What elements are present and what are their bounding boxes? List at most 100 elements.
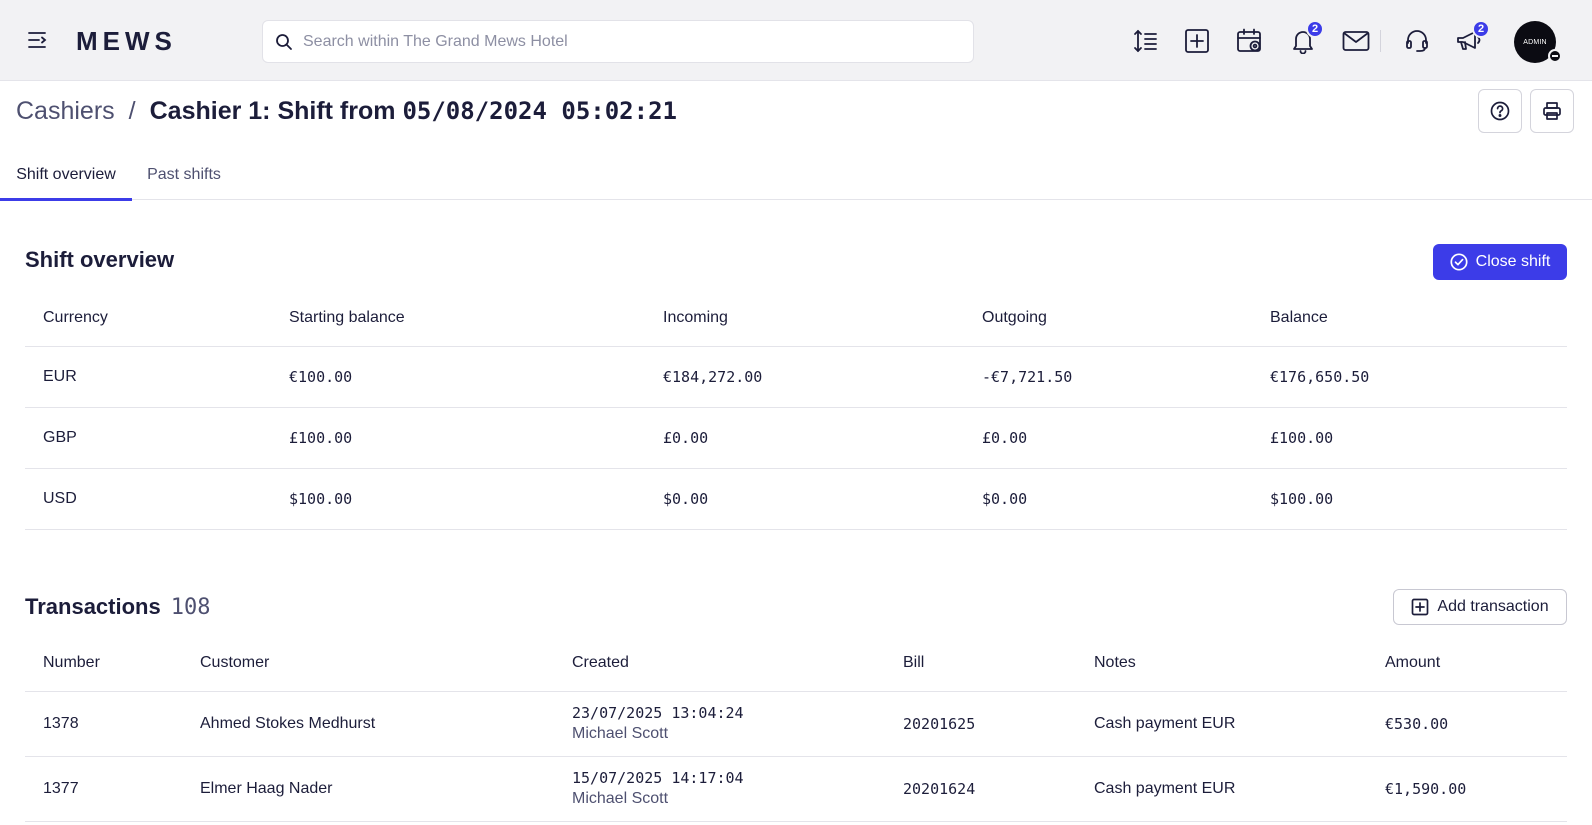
line-height-button[interactable] (1128, 24, 1162, 58)
notifications-button[interactable]: 2 (1286, 20, 1324, 58)
currency-cell: GBP (25, 407, 271, 469)
incoming-cell: €184,272.00 (645, 346, 964, 408)
created-datetime: 15/07/2025 14:17:04 (572, 769, 744, 787)
table-header-row: Number Customer Created Bill Notes Amoun… (25, 636, 1567, 692)
messages-button[interactable] (1339, 24, 1373, 58)
announcements-button[interactable]: 2 (1452, 20, 1490, 58)
column-header: Amount (1367, 636, 1567, 692)
number-cell: 1377 (25, 756, 182, 822)
transactions-heading: Transactions 108 (25, 594, 210, 620)
column-header: Starting balance (271, 291, 645, 347)
close-shift-label: Close shift (1475, 253, 1551, 270)
currency-cell: EUR (25, 346, 271, 408)
help-button[interactable] (1478, 89, 1522, 133)
announcements-badge: 2 (1472, 20, 1490, 38)
column-header: Incoming (645, 291, 964, 347)
add-square-icon (1185, 29, 1209, 53)
check-circle-icon (1450, 253, 1468, 271)
balance-cell: $100.00 (1252, 468, 1567, 530)
menu-collapse-icon (28, 32, 47, 48)
timeline-button[interactable] (1233, 24, 1267, 58)
avatar-status-indicator (1548, 49, 1562, 63)
column-header: Number (25, 636, 182, 692)
user-avatar[interactable]: ADMIN (1514, 21, 1562, 63)
starting-balance-cell: £100.00 (271, 407, 645, 469)
shift-overview-heading: Shift overview (25, 247, 175, 272)
shift-overview-table: Currency Starting balance Incoming Outgo… (25, 291, 1567, 530)
tab-past-shifts[interactable]: Past shifts (138, 150, 230, 200)
top-bar: MEWS Search within The Grand Mews Hotel … (0, 0, 1592, 81)
created-cell: 15/07/2025 14:17:04 Michael Scott (554, 756, 885, 822)
table-header-row: Currency Starting balance Incoming Outgo… (25, 291, 1567, 347)
toolbar-divider (1380, 30, 1381, 52)
notes-cell: Cash payment EUR (1076, 691, 1367, 757)
created-by: Michael Scott (572, 790, 669, 807)
line-height-icon (1134, 29, 1157, 53)
menu-toggle-button[interactable] (24, 26, 52, 54)
mail-icon (1342, 31, 1370, 51)
logo-text: MEWS (76, 30, 177, 52)
incoming-cell: $0.00 (645, 468, 964, 530)
column-header: Currency (25, 291, 271, 347)
close-shift-button[interactable]: Close shift (1433, 244, 1567, 280)
outgoing-cell: $0.00 (964, 468, 1252, 530)
add-transaction-label: Add transaction (1437, 598, 1549, 615)
breadcrumb-separator: / (128, 96, 136, 125)
breadcrumb: Cashiers / Cashier 1: Shift from 05/08/2… (16, 94, 677, 128)
global-search[interactable] (262, 20, 974, 63)
tab-bar: Shift overview Past shifts (0, 150, 1592, 201)
table-row: GBP £100.00 £0.00 £0.00 £100.00 (25, 407, 1567, 469)
add-transaction-button[interactable]: Add transaction (1393, 589, 1567, 625)
created-cell: 23/07/2025 13:04:24 Michael Scott (554, 691, 885, 757)
table-row: USD $100.00 $0.00 $0.00 $100.00 (25, 468, 1567, 530)
incoming-cell: £0.00 (645, 407, 964, 469)
notes-cell: Cash payment EUR (1076, 756, 1367, 822)
column-header: Bill (885, 636, 1076, 692)
column-header: Balance (1252, 291, 1567, 347)
amount-cell: €1,590.00 (1367, 756, 1567, 822)
balance-cell: £100.00 (1252, 407, 1567, 469)
logo-wordmark: MEWS (76, 30, 177, 52)
page-title-prefix: Cashier 1: Shift from (149, 96, 403, 125)
table-row[interactable]: 1377 Elmer Haag Nader 15/07/2025 14:17:0… (25, 756, 1567, 822)
customer-cell: Ahmed Stokes Medhurst (182, 691, 554, 757)
print-button[interactable] (1530, 89, 1574, 133)
created-datetime: 23/07/2025 13:04:24 (572, 704, 744, 722)
headset-icon (1406, 30, 1428, 52)
search-icon (276, 33, 292, 50)
page-title-datetime: 05/08/2024 05:02:21 (402, 96, 677, 125)
search-input[interactable] (303, 21, 973, 62)
avatar-label: ADMIN (1523, 38, 1547, 46)
table-row: EUR €100.00 €184,272.00 -€7,721.50 €176,… (25, 346, 1567, 408)
mews-logo[interactable]: MEWS (76, 26, 218, 56)
transactions-count: 108 (170, 595, 211, 620)
outgoing-cell: £0.00 (964, 407, 1252, 469)
column-header: Created (554, 636, 885, 692)
page-title: Cashier 1: Shift from 05/08/2024 05:02:2… (150, 97, 677, 126)
help-icon (1490, 101, 1510, 121)
customer-cell: Elmer Haag Nader (182, 756, 554, 822)
print-icon (1543, 102, 1561, 120)
transactions-title: Transactions (25, 594, 161, 619)
column-header: Customer (182, 636, 554, 692)
table-row[interactable]: 1378 Ahmed Stokes Medhurst 23/07/2025 13… (25, 691, 1567, 757)
created-by: Michael Scott (572, 725, 669, 742)
amount-cell: €530.00 (1367, 691, 1567, 757)
number-cell: 1378 (25, 691, 182, 757)
tab-shift-overview[interactable]: Shift overview (0, 150, 132, 201)
balance-cell: €176,650.50 (1252, 346, 1567, 408)
outgoing-cell: -€7,721.50 (964, 346, 1252, 408)
breadcrumb-cashiers-link[interactable]: Cashiers (16, 97, 115, 126)
currency-cell: USD (25, 468, 271, 530)
support-button[interactable] (1400, 24, 1434, 58)
starting-balance-cell: $100.00 (271, 468, 645, 530)
plus-square-icon (1412, 598, 1429, 616)
calendar-view-icon (1237, 28, 1261, 52)
create-button[interactable] (1180, 24, 1214, 58)
column-header: Outgoing (964, 291, 1252, 347)
bill-cell: 20201625 (885, 691, 1076, 757)
column-header: Notes (1076, 636, 1367, 692)
transactions-table: Number Customer Created Bill Notes Amoun… (25, 636, 1567, 822)
starting-balance-cell: €100.00 (271, 346, 645, 408)
notifications-badge: 2 (1306, 20, 1324, 38)
